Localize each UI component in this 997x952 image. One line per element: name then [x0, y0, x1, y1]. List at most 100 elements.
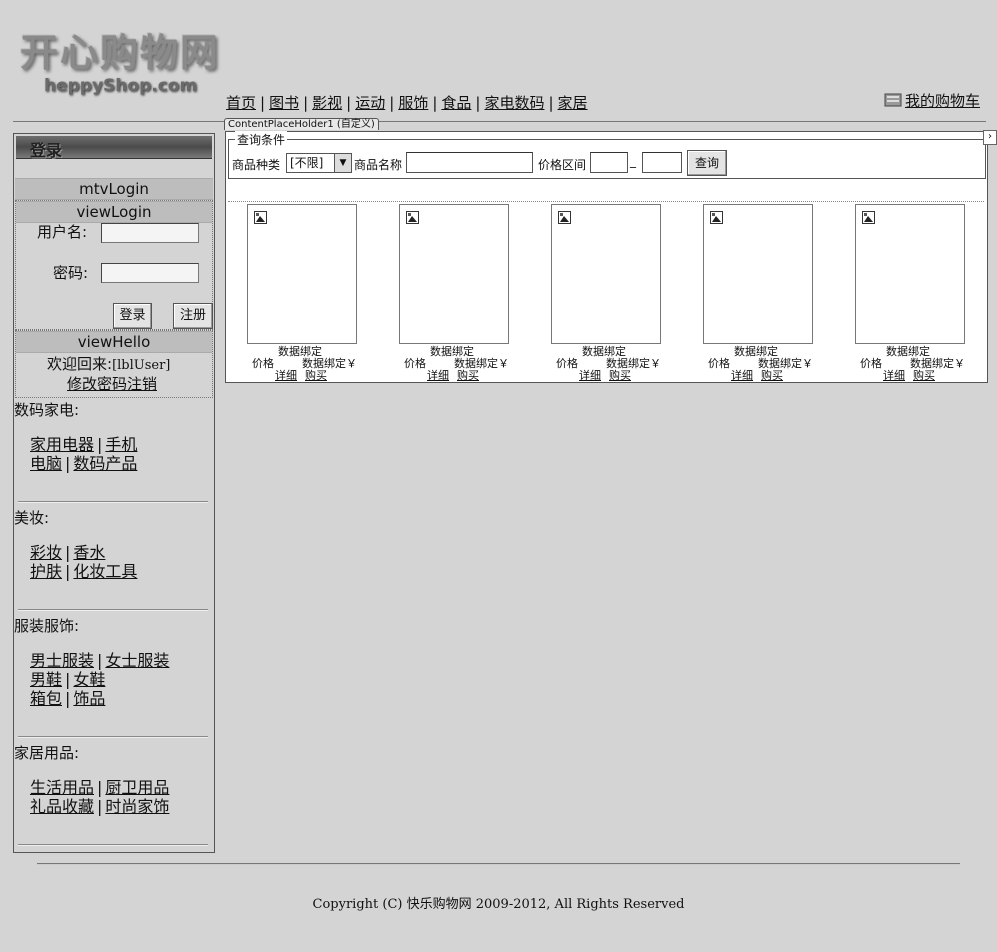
site-logo-title: 开心购物网: [20, 30, 221, 75]
expand-chevron-icon[interactable]: ›: [983, 130, 997, 145]
product-image[interactable]: [551, 204, 661, 344]
category-link[interactable]: 香水: [73, 543, 105, 562]
category-divider: [18, 501, 208, 503]
logout-link[interactable]: 注销: [127, 375, 157, 393]
results-divider: [228, 201, 984, 202]
product-buy-link[interactable]: 购买: [609, 370, 631, 382]
product-price-label: 价格: [556, 357, 578, 370]
view-hello-panel: viewHello 欢迎回来:[lblUser] 修改密码注销: [15, 330, 213, 398]
category-link[interactable]: 厨卫用品: [105, 778, 169, 797]
category-link[interactable]: 护肤: [30, 562, 62, 581]
content-placeholder-tab: ContentPlaceHolder1 (自定义): [224, 118, 379, 130]
category-link[interactable]: 彩妆: [30, 543, 62, 562]
price-min-input[interactable]: [590, 152, 628, 173]
price-max-input[interactable]: [642, 152, 682, 173]
product-card: 数据绑定 价格 数据绑定￥ 详细 购买: [682, 204, 814, 382]
nav-movies[interactable]: 影视: [312, 94, 342, 112]
category-row: 箱包 | 饰品: [30, 689, 106, 708]
category-link[interactable]: 饰品: [73, 689, 105, 708]
view-login-label: viewLogin: [16, 201, 212, 223]
broken-image-icon: [862, 211, 875, 224]
category-link[interactable]: 男鞋: [30, 670, 62, 689]
category-row: 男士服装 | 女士服装: [30, 651, 170, 670]
change-password-link[interactable]: 修改密码: [67, 375, 127, 393]
product-detail-link[interactable]: 详细: [731, 370, 753, 382]
username-field[interactable]: [101, 223, 199, 243]
category-link[interactable]: 女鞋: [73, 670, 105, 689]
category-select-value: [不限]: [290, 156, 324, 170]
product-buy-link[interactable]: 购买: [761, 370, 783, 382]
category-row: 礼品收藏 | 时尚家饰: [30, 797, 170, 816]
product-image[interactable]: [247, 204, 357, 344]
category-link[interactable]: 礼品收藏: [30, 797, 94, 816]
account-links: 修改密码注销: [67, 373, 157, 394]
category-link[interactable]: 时尚家饰: [105, 797, 169, 816]
username-label: 用户名:: [37, 223, 88, 241]
nav-electronics[interactable]: 家电数码: [484, 94, 544, 112]
product-name-input[interactable]: [406, 152, 533, 173]
broken-image-icon: [558, 211, 571, 224]
broken-image-icon: [406, 211, 419, 224]
query-legend: 查询条件: [235, 131, 288, 148]
welcome-line: 欢迎回来:[lblUser]: [47, 353, 170, 374]
category-select[interactable]: [不限] ▼: [286, 153, 352, 173]
cart-link[interactable]: 我的购物车: [905, 92, 980, 110]
dropdown-arrow-icon[interactable]: ▼: [334, 154, 351, 172]
category-link[interactable]: 男士服装: [30, 651, 94, 670]
nav-home[interactable]: 首页: [226, 94, 256, 112]
nav-apparel[interactable]: 服饰: [398, 94, 428, 112]
login-button[interactable]: 登录: [113, 303, 152, 329]
product-image[interactable]: [703, 204, 813, 344]
nav-sports[interactable]: 运动: [355, 94, 385, 112]
mtv-login-label: mtvLogin: [15, 178, 213, 200]
product-price-label: 价格: [252, 357, 274, 370]
search-button[interactable]: 查询: [687, 150, 727, 176]
category-title: 服装服饰:: [14, 617, 80, 635]
login-header-title: 登录: [30, 141, 63, 160]
category-row: 护肤 | 化妆工具: [30, 562, 138, 581]
category-link[interactable]: 手机: [105, 435, 137, 454]
category-link[interactable]: 电脑: [30, 454, 62, 473]
main-content: 查询条件 商品种类 [不限] ▼ 商品名称 价格区间 _ 查询 数据绑定 价格 数据…: [225, 131, 988, 383]
product-detail-link[interactable]: 详细: [275, 370, 297, 382]
header-divider: [13, 121, 986, 122]
product-buy-link[interactable]: 购买: [913, 370, 935, 382]
footer-divider: [37, 863, 960, 865]
product-image[interactable]: [399, 204, 509, 344]
product-detail-link[interactable]: 详细: [427, 370, 449, 382]
nav-food[interactable]: 食品: [441, 94, 471, 112]
product-detail-link[interactable]: 详细: [883, 370, 905, 382]
category-link[interactable]: 家用电器: [30, 435, 94, 454]
welcome-text: 欢迎回来:: [47, 355, 113, 373]
broken-image-icon: [254, 211, 267, 224]
category-link[interactable]: 数码产品: [73, 454, 137, 473]
category-link[interactable]: 箱包: [30, 689, 62, 708]
password-field[interactable]: [101, 263, 199, 283]
category-row: 男鞋 | 女鞋: [30, 670, 106, 689]
register-button[interactable]: 注册: [173, 303, 213, 329]
category-row: 电脑 | 数码产品: [30, 454, 138, 473]
category-link[interactable]: 生活用品: [30, 778, 94, 797]
category-row: 家用电器 | 手机: [30, 435, 138, 454]
product-card: 数据绑定 价格 数据绑定￥ 详细 购买: [530, 204, 662, 382]
product-price-label: 价格: [708, 357, 730, 370]
view-login-panel: viewLogin 用户名: 密码: 登录 注册: [15, 200, 213, 330]
price-range-label: 价格区间: [538, 158, 587, 172]
left-sidebar: 登录 mtvLogin viewLogin 用户名: 密码: 登录 注册 vie…: [13, 133, 215, 853]
product-card: 数据绑定 价格 数据绑定￥ 详细 购买: [226, 204, 358, 382]
product-image[interactable]: [855, 204, 965, 344]
nav-home-living[interactable]: 家居: [558, 94, 588, 112]
product-buy-link[interactable]: 购买: [457, 370, 479, 382]
product-detail-link[interactable]: 详细: [579, 370, 601, 382]
category-divider: [18, 736, 208, 738]
nav-books[interactable]: 图书: [269, 94, 299, 112]
category-link[interactable]: 女士服装: [105, 651, 169, 670]
query-fieldset: 查询条件 商品种类 [不限] ▼ 商品名称 价格区间 _ 查询: [228, 131, 986, 179]
category-row: 生活用品 | 厨卫用品: [30, 778, 170, 797]
cart-link-wrap[interactable]: 我的购物车: [884, 90, 980, 111]
category-link[interactable]: 化妆工具: [73, 562, 137, 581]
product-name-label: 商品名称: [354, 158, 403, 172]
product-buy-link[interactable]: 购买: [305, 370, 327, 382]
price-range-separator: _: [630, 154, 636, 168]
category-title: 美妆:: [14, 509, 50, 527]
